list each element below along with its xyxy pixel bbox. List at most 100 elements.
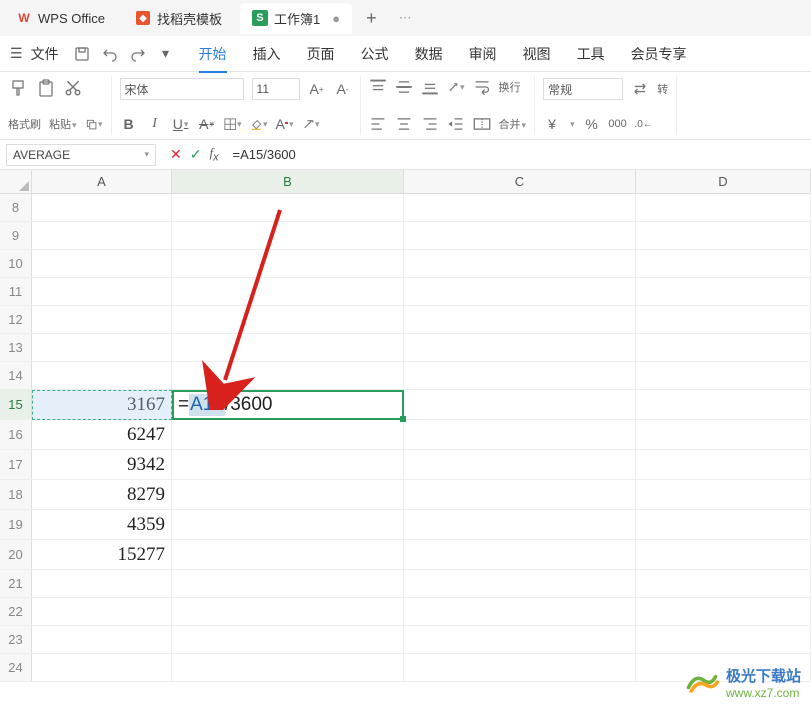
cell-A22[interactable] xyxy=(32,598,172,625)
cell-B18[interactable] xyxy=(172,480,404,509)
cell-B24[interactable] xyxy=(172,654,404,681)
confirm-formula-icon[interactable]: ✓ xyxy=(190,146,202,163)
select-all-corner[interactable] xyxy=(0,170,32,193)
menu-formula[interactable]: 公式 xyxy=(361,44,389,64)
clear-format-icon[interactable]: ▾ xyxy=(302,115,320,133)
cell-C9[interactable] xyxy=(404,222,636,249)
row-header[interactable]: 10 xyxy=(0,250,32,277)
cell-D17[interactable] xyxy=(636,450,811,479)
row-header[interactable]: 15 xyxy=(0,390,32,419)
cell-B16[interactable] xyxy=(172,420,404,449)
merge-cells-icon[interactable] xyxy=(473,115,491,133)
grid-body[interactable]: 8910111213141531671662471793421882791943… xyxy=(0,194,811,682)
cell-A14[interactable] xyxy=(32,362,172,389)
percent-icon[interactable]: % xyxy=(583,115,601,133)
font-color-icon[interactable]: A▾ xyxy=(276,115,294,133)
cell-C21[interactable] xyxy=(404,570,636,597)
name-box-dropdown-icon[interactable]: ▾ xyxy=(144,149,149,160)
cell-D13[interactable] xyxy=(636,334,811,361)
col-header-D[interactable]: D xyxy=(636,170,811,193)
cut-icon[interactable] xyxy=(64,79,82,97)
cell-B14[interactable] xyxy=(172,362,404,389)
row-header[interactable]: 14 xyxy=(0,362,32,389)
decrease-font-icon[interactable]: A- xyxy=(334,80,352,98)
align-center-icon[interactable] xyxy=(395,115,413,133)
wrap-text-icon[interactable] xyxy=(473,78,491,96)
cell-D19[interactable] xyxy=(636,510,811,539)
row-header[interactable]: 20 xyxy=(0,540,32,569)
cell-A19[interactable]: 4359 xyxy=(32,510,172,539)
cell-C17[interactable] xyxy=(404,450,636,479)
row-header[interactable]: 16 xyxy=(0,420,32,449)
font-name-select[interactable] xyxy=(120,78,244,100)
cell-B10[interactable] xyxy=(172,250,404,277)
cell-C18[interactable] xyxy=(404,480,636,509)
tab-wps-office[interactable]: W WPS Office xyxy=(4,4,117,32)
bold-icon[interactable]: B xyxy=(120,115,138,133)
menu-review[interactable]: 审阅 xyxy=(469,44,497,64)
cell-B11[interactable] xyxy=(172,278,404,305)
cell-D8[interactable] xyxy=(636,194,811,221)
cell-A20[interactable]: 15277 xyxy=(32,540,172,569)
cell-C20[interactable] xyxy=(404,540,636,569)
fx-icon[interactable]: fx xyxy=(209,145,218,164)
cell-B23[interactable] xyxy=(172,626,404,653)
cell-B12[interactable] xyxy=(172,306,404,333)
cell-C8[interactable] xyxy=(404,194,636,221)
cell-C15[interactable] xyxy=(404,390,636,419)
cell-C12[interactable] xyxy=(404,306,636,333)
strikethrough-icon[interactable]: A▾ xyxy=(198,115,216,133)
cell-A9[interactable] xyxy=(32,222,172,249)
cell-D22[interactable] xyxy=(636,598,811,625)
undo-icon[interactable] xyxy=(101,45,119,63)
menu-data[interactable]: 数据 xyxy=(415,44,443,64)
increase-font-icon[interactable]: A+ xyxy=(308,80,326,98)
cell-D10[interactable] xyxy=(636,250,811,277)
cell-B9[interactable] xyxy=(172,222,404,249)
cell-D11[interactable] xyxy=(636,278,811,305)
menu-insert[interactable]: 插入 xyxy=(253,44,281,64)
cell-D16[interactable] xyxy=(636,420,811,449)
cell-C11[interactable] xyxy=(404,278,636,305)
fill-handle[interactable] xyxy=(400,416,406,422)
row-header[interactable]: 12 xyxy=(0,306,32,333)
cell-A16[interactable]: 6247 xyxy=(32,420,172,449)
orientation-icon[interactable]: ▾ xyxy=(447,78,465,96)
cell-C14[interactable] xyxy=(404,362,636,389)
row-header[interactable]: 8 xyxy=(0,194,32,221)
col-header-B[interactable]: B xyxy=(172,170,404,193)
menu-start[interactable]: 开始 xyxy=(199,44,227,64)
cell-D18[interactable] xyxy=(636,480,811,509)
align-left-icon[interactable] xyxy=(369,115,387,133)
row-header[interactable]: 9 xyxy=(0,222,32,249)
col-header-A[interactable]: A xyxy=(32,170,172,193)
cell-C16[interactable] xyxy=(404,420,636,449)
cell-B21[interactable] xyxy=(172,570,404,597)
menu-page[interactable]: 页面 xyxy=(307,44,335,64)
cell-A21[interactable] xyxy=(32,570,172,597)
cell-B20[interactable] xyxy=(172,540,404,569)
menu-tools[interactable]: 工具 xyxy=(577,44,605,64)
font-size-select[interactable] xyxy=(252,78,300,100)
cell-D21[interactable] xyxy=(636,570,811,597)
cell-D15[interactable] xyxy=(636,390,811,419)
cell-B19[interactable] xyxy=(172,510,404,539)
row-header[interactable]: 24 xyxy=(0,654,32,681)
cell-A17[interactable]: 9342 xyxy=(32,450,172,479)
redo-icon[interactable] xyxy=(129,45,147,63)
cell-B17[interactable] xyxy=(172,450,404,479)
name-box[interactable]: AVERAGE ▾ xyxy=(6,144,156,166)
thousands-icon[interactable]: 000 xyxy=(609,115,627,133)
cell-A10[interactable] xyxy=(32,250,172,277)
cell-C13[interactable] xyxy=(404,334,636,361)
paste-button[interactable] xyxy=(36,78,56,98)
add-tab-button[interactable]: + xyxy=(358,8,385,29)
cell-C19[interactable] xyxy=(404,510,636,539)
number-format-select[interactable] xyxy=(543,78,623,100)
cell-D23[interactable] xyxy=(636,626,811,653)
cell-B13[interactable] xyxy=(172,334,404,361)
cell-A23[interactable] xyxy=(32,626,172,653)
cell-C23[interactable] xyxy=(404,626,636,653)
fill-color-icon[interactable]: ▾ xyxy=(250,115,268,133)
cell-C24[interactable] xyxy=(404,654,636,681)
